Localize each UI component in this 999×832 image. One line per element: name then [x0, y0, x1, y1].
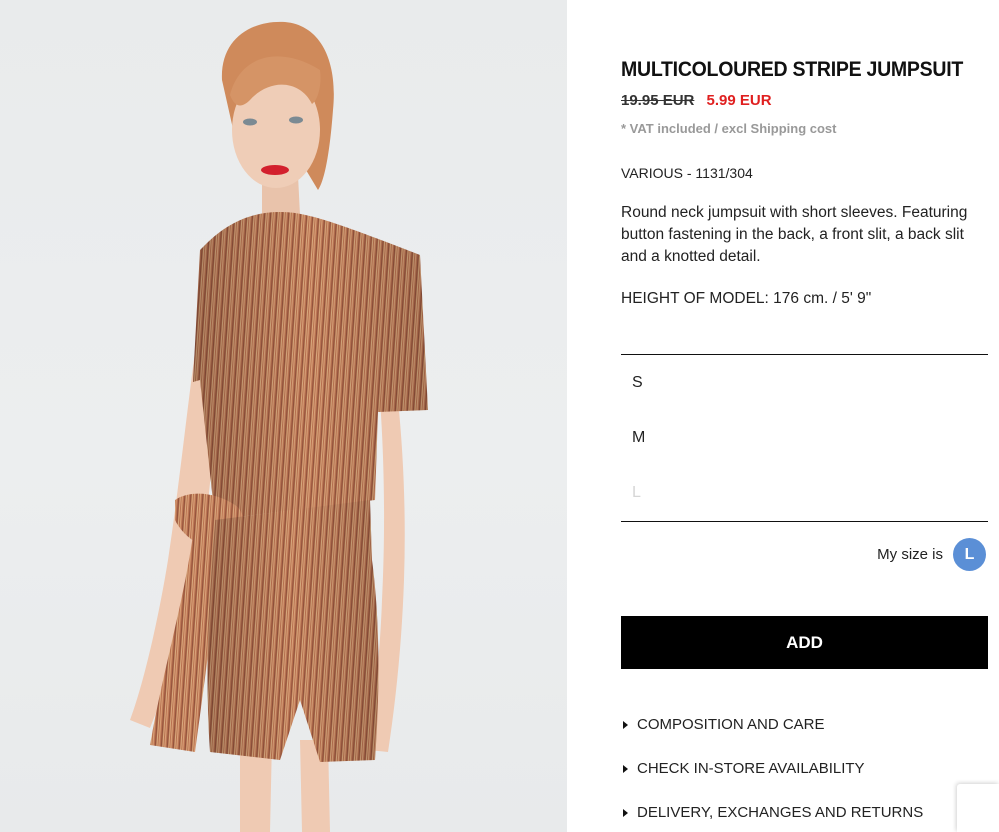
model-height: HEIGHT OF MODEL: 176 cm. / 5' 9" — [621, 290, 872, 307]
product-image[interactable] — [0, 0, 567, 832]
accordion-label: CHECK IN-STORE AVAILABILITY — [637, 760, 865, 777]
size-selector: S M L — [621, 354, 988, 522]
accordion-label: DELIVERY, EXCHANGES AND RETURNS — [637, 804, 924, 821]
my-size-widget[interactable]: My size is L — [877, 538, 986, 571]
caret-right-icon — [623, 808, 628, 817]
accordion-label: COMPOSITION AND CARE — [637, 716, 825, 733]
product-title: MULTICOLOURED STRIPE JUMPSUIT — [621, 58, 964, 81]
vat-note: * VAT included / excl Shipping cost — [621, 121, 837, 136]
product-reference: VARIOUS - 1131/304 — [621, 165, 753, 181]
my-size-badge[interactable]: L — [953, 538, 986, 571]
chat-widget[interactable] — [957, 784, 999, 832]
add-to-cart-button[interactable]: ADD — [621, 616, 988, 669]
old-price: 19.95 EUR — [621, 92, 695, 109]
size-option-s[interactable]: S — [632, 374, 643, 392]
sale-price: 5.99 EUR — [706, 92, 772, 109]
size-option-l-unavailable: L — [632, 484, 641, 501]
accordion-composition-care[interactable]: COMPOSITION AND CARE — [623, 716, 825, 733]
size-option-m[interactable]: M — [632, 429, 645, 447]
price-block: 19.95 EUR 5.99 EUR — [621, 92, 772, 109]
accordion-delivery-returns[interactable]: DELIVERY, EXCHANGES AND RETURNS — [623, 804, 923, 821]
caret-right-icon — [623, 720, 628, 729]
caret-right-icon — [623, 764, 628, 773]
my-size-label: My size is — [877, 546, 943, 563]
accordion-store-availability[interactable]: CHECK IN-STORE AVAILABILITY — [623, 760, 865, 777]
product-details: MULTICOLOURED STRIPE JUMPSUIT 19.95 EUR … — [621, 0, 988, 832]
product-description: Round neck jumpsuit with short sleeves. … — [621, 204, 968, 265]
